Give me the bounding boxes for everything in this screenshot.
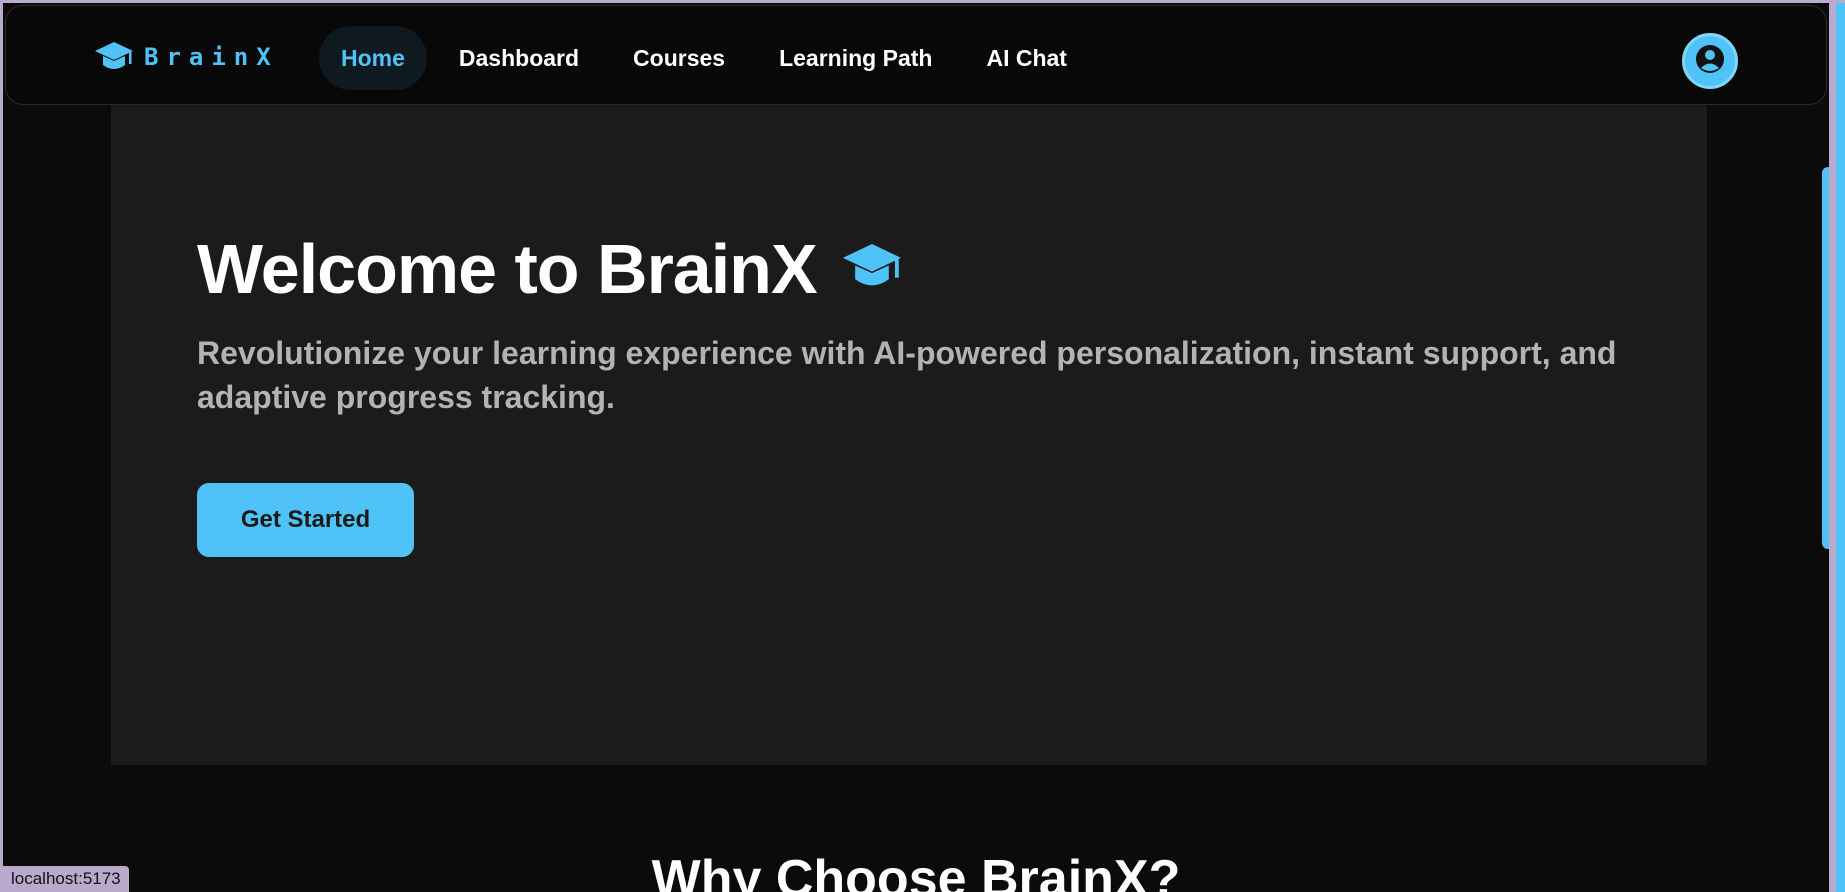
graduation-cap-icon [94,40,134,74]
brand-name: BrainX [144,43,279,71]
graduation-cap-icon [841,229,903,309]
nav-learning-path[interactable]: Learning Path [757,26,954,90]
features-section-title: Why Choose BrainX? [651,850,1181,892]
hero-section: Welcome to BrainX Revolutionize your lea… [111,101,1707,765]
hero-title: Welcome to BrainX [197,229,903,309]
status-url-tooltip: localhost:5173 [3,866,129,892]
get-started-button[interactable]: Get Started [197,483,414,557]
page-viewport: BrainX Home Dashboard Courses Learning P… [3,3,1829,892]
nav-courses[interactable]: Courses [611,26,747,90]
vertical-scrollbar-thumb[interactable] [1822,167,1829,549]
window-edge [1836,3,1845,892]
nav-ai-chat[interactable]: AI Chat [964,26,1089,90]
profile-avatar-button[interactable] [1682,33,1738,89]
brand-logo[interactable]: BrainX [94,40,279,74]
nav-links: Home Dashboard Courses Learning Path AI … [319,26,1099,90]
hero-title-text: Welcome to BrainX [197,230,818,308]
user-circle-icon [1695,44,1725,79]
nav-dashboard[interactable]: Dashboard [437,26,601,90]
top-navbar: BrainX Home Dashboard Courses Learning P… [5,5,1827,105]
nav-home[interactable]: Home [319,26,427,90]
hero-subtitle: Revolutionize your learning experience w… [197,335,1617,415]
